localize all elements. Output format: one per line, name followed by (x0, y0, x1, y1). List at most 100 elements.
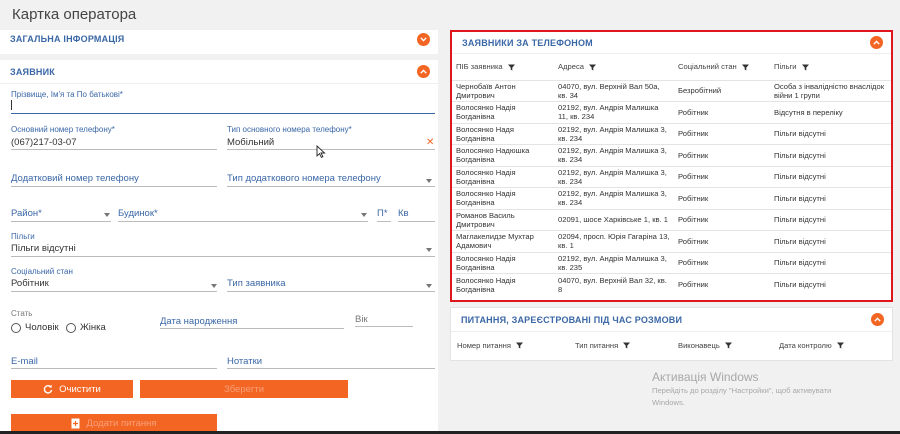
refresh-icon (43, 384, 53, 394)
column-header-label: Пільги (774, 62, 797, 72)
table-cell: Волосянко Надюшка Богданівна (452, 144, 554, 166)
expand-icon[interactable] (417, 32, 430, 46)
save-button[interactable]: Зберегти (140, 380, 348, 398)
building-underline (118, 221, 368, 222)
table-cell: Робітник (674, 251, 770, 274)
building-select[interactable]: Будинок* (118, 208, 158, 219)
collapse-icon[interactable] (870, 36, 883, 49)
filter-icon[interactable] (724, 342, 732, 349)
column-header-label: Соціальний стан (678, 62, 737, 72)
column-header[interactable]: Виконавець (674, 332, 775, 358)
table-cell: Пільги відсутні (770, 230, 891, 252)
apartment-field[interactable]: Кв (398, 208, 409, 219)
table-cell: 02192, вул. Андрія Малишка 3, кв. 234 (554, 165, 674, 188)
gender-male-label: Чоловік (25, 322, 59, 333)
watermark-line2: Windows. (652, 398, 685, 407)
table-cell: Робітник (674, 101, 770, 123)
table-row[interactable]: Волосянко Надія Богданівна 04070, вул. Ве… (452, 273, 891, 295)
collapse-icon[interactable] (417, 65, 430, 78)
questions-header[interactable]: ПИТАННЯ, ЗАРЕЄСТРОВАНІ ПІД ЧАС РОЗМОВИ (451, 308, 892, 332)
table-cell: Відсутня в переліку (770, 101, 891, 123)
entrance-field[interactable]: П* (377, 208, 388, 219)
table-cell: 02192, вул. Андрія Малишка 3, кв. 234 (554, 144, 674, 166)
filter-icon[interactable] (623, 342, 631, 349)
applicant-type-underline (227, 291, 435, 292)
social-status-select[interactable]: Робітник (11, 278, 49, 289)
mouse-pointer-icon (316, 145, 326, 158)
table-cell: Пільги відсутні (770, 144, 891, 166)
clear-icon[interactable]: ✕ (426, 137, 434, 148)
table-cell: Безробітний (674, 79, 770, 102)
main-phone-type-label: Тип основного номера телефону* (227, 125, 352, 134)
table-row[interactable]: Волосянко Надія Богданівна 02192, вул. Ан… (452, 187, 891, 209)
column-header[interactable]: Пільги (770, 54, 891, 80)
benefits-select[interactable]: Пільги відсутні (11, 243, 76, 254)
applicants-by-phone-header[interactable]: ЗАЯВНИКИ ЗА ТЕЛЕФОНОМ (452, 32, 891, 54)
general-info-header[interactable]: ЗАГАЛЬНА ІНФОРМАЦІЯ (0, 30, 438, 60)
table-row[interactable]: Волосянко Надюшка Богданівна 02192, вул. … (452, 144, 891, 166)
applicant-header[interactable]: ЗАЯВНИК (0, 60, 438, 84)
apartment-underline (398, 221, 435, 222)
general-info-title: ЗАГАЛЬНА ІНФОРМАЦІЯ (10, 34, 125, 44)
table-row[interactable]: Волосянко Надя Богданівна 02192, вул. Анд… (452, 122, 891, 145)
age-underline (355, 326, 413, 327)
table-cell: Волосянко Надія Богданівна (452, 273, 554, 295)
table-cell: Робітник (674, 208, 770, 231)
table-row[interactable]: Волосянко Надія Богданівна 02192, вул. Ан… (452, 251, 891, 274)
windows-activation-watermark: Активація Windows Перейдіть до розділу "… (652, 370, 831, 408)
main-phone-type-select[interactable]: Мобільний (227, 137, 274, 148)
social-status-label: Соціальний стан (11, 267, 73, 276)
column-header-label: Тип питання (575, 340, 619, 350)
filter-icon[interactable] (836, 342, 844, 349)
table-cell: Волосянко Надя Богданівна (452, 122, 554, 145)
column-header[interactable]: Адреса (554, 54, 674, 80)
filter-icon[interactable] (507, 64, 515, 71)
table-row[interactable]: Маглакелидзе Мухтар Адамович 02094, просп… (452, 230, 891, 252)
collapse-icon[interactable] (871, 313, 884, 326)
table-cell: Волосянко Надія Богданівна (452, 101, 554, 123)
filter-icon[interactable] (801, 64, 809, 71)
table-row[interactable]: Романов Василь Дмитрович 02091, шосе Харк… (452, 208, 891, 231)
birth-date-field[interactable]: Дата народження (160, 316, 237, 327)
table-row[interactable]: Чернобаїв Антон Дмитрович 04070, вул. Вер… (452, 79, 891, 102)
table-cell: 04070, вул. Верхній Вал 50а, кв. 34 (554, 79, 674, 102)
add-question-button[interactable]: Додати питання (11, 414, 217, 432)
clear-button[interactable]: Очистити (11, 380, 133, 398)
filter-icon[interactable] (588, 64, 596, 71)
table-cell: Волосянко Надія Богданівна (452, 165, 554, 188)
table-row[interactable]: Волосянко Надія Богданівна 02192, вул. Ан… (452, 165, 891, 188)
table-cell: Пільги відсутні (770, 208, 891, 231)
column-header[interactable]: Тип питання (571, 332, 674, 358)
table-cell: Волосянко Надія Богданівна (452, 187, 554, 209)
column-header[interactable]: Соціальний стан (674, 54, 770, 80)
main-phone-field[interactable]: (067)217-03-07 (11, 137, 77, 148)
notes-field[interactable]: Нотатки (227, 356, 262, 367)
extra-phone-type-select[interactable]: Тип додаткового номера телефону (227, 173, 381, 184)
district-select[interactable]: Район* (11, 208, 42, 219)
filter-icon[interactable] (741, 64, 749, 71)
entrance-underline (377, 221, 391, 222)
table-cell: Пільги відсутні (770, 273, 891, 295)
gender-male-radio[interactable] (11, 323, 21, 333)
main-phone-label: Основний номер телефону* (11, 125, 115, 134)
table-cell: Робітник (674, 165, 770, 188)
table-cell: Пільги відсутні (770, 165, 891, 188)
email-field[interactable]: E-mail (11, 356, 38, 367)
benefits-underline (11, 256, 435, 257)
age-field[interactable]: Вік (355, 314, 368, 325)
table-cell: Пільги відсутні (770, 187, 891, 209)
extra-phone-field[interactable]: Додатковий номер телефону (11, 173, 139, 184)
column-header[interactable]: ПІБ заявника (452, 54, 554, 80)
filter-icon[interactable] (515, 342, 523, 349)
gender-female-label: Жінка (80, 322, 106, 333)
column-header[interactable]: Номер питання (451, 332, 571, 358)
table-cell: 02192, вул. Андрія Малишка 3, кв. 235 (554, 251, 674, 274)
watermark-line1: Перейдіть до розділу "Настройки", щоб ак… (652, 386, 832, 395)
column-header[interactable]: Дата контролю (775, 332, 892, 358)
gender-female-radio[interactable] (66, 323, 76, 333)
full-name-input[interactable] (11, 113, 435, 114)
table-cell: Маглакелидзе Мухтар Адамович (452, 230, 554, 252)
add-question-label: Додати питання (86, 417, 157, 429)
table-row[interactable]: Волосянко Надія Богданівна 02192, вул. Ан… (452, 101, 891, 123)
applicant-type-select[interactable]: Тип заявника (227, 278, 286, 289)
